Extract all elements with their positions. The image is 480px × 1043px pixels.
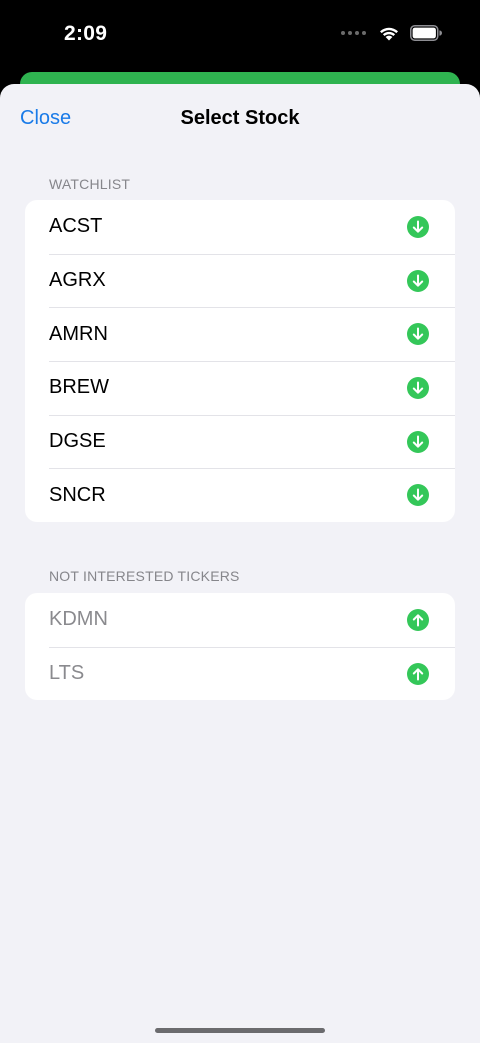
navigation-bar: Close Select Stock [0,84,480,154]
page-title: Select Stock [180,107,300,129]
not-interested-group: KDMN LTS [25,593,455,701]
watchlist-row-acst[interactable]: ACST [25,200,455,254]
arrow-down-circle-icon[interactable] [407,484,429,507]
cellular-signal-icon [341,31,366,35]
watchlist-row-dgse[interactable]: DGSE [25,414,455,469]
status-time: 2:09 [64,22,108,45]
ticker-label: SNCR [49,483,106,506]
ticker-label: LTS [49,662,85,685]
not-interested-header: NOT INTERESTED TICKERS [49,568,240,584]
not-interested-row-kdmn[interactable]: KDMN [25,593,455,647]
ticker-label: AGRX [49,269,106,292]
ticker-label: KDMN [49,608,108,631]
ticker-label: AMRN [49,322,108,345]
watchlist-row-sncr[interactable]: SNCR [25,468,455,522]
home-indicator[interactable] [155,1028,325,1033]
not-interested-row-lts[interactable]: LTS [25,646,455,701]
ticker-label: ACST [49,215,103,238]
select-stock-sheet: Close Select Stock WATCHLIST ACST AGRX A… [0,84,480,1043]
watchlist-header: WATCHLIST [49,176,131,192]
arrow-down-circle-icon[interactable] [407,430,429,453]
wifi-icon [380,27,398,41]
arrow-down-circle-icon[interactable] [407,323,429,346]
watchlist-group: ACST AGRX AMRN BREW DGSE SNCR [25,200,455,523]
ticker-label: BREW [49,376,109,399]
arrow-down-circle-icon[interactable] [407,215,429,238]
watchlist-row-agrx[interactable]: AGRX [25,253,455,308]
status-bar: 2:09 [0,0,480,70]
watchlist-row-amrn[interactable]: AMRN [25,307,455,361]
status-icons [341,25,442,41]
arrow-up-circle-icon[interactable] [407,608,429,631]
battery-icon [410,25,442,41]
ticker-label: DGSE [49,430,106,453]
watchlist-row-brew[interactable]: BREW [25,361,455,415]
arrow-down-circle-icon[interactable] [407,269,429,292]
arrow-down-circle-icon[interactable] [407,376,429,399]
arrow-up-circle-icon[interactable] [407,662,429,685]
screen: 2:09 Close Select Stock WATCHLIST ACST A… [0,0,480,1043]
